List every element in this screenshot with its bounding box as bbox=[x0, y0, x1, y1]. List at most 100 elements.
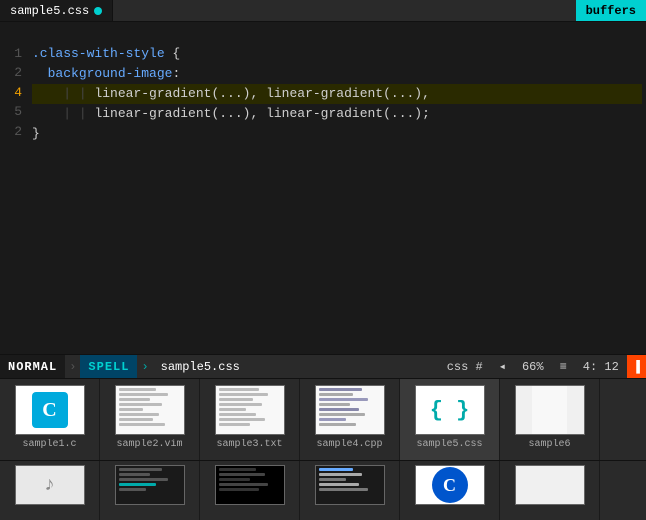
indent bbox=[32, 84, 63, 104]
code-content[interactable]: .class-with-style { background-image: | … bbox=[28, 22, 646, 354]
status-filename: sample5.css bbox=[153, 360, 248, 374]
tab-filename: sample5.css bbox=[10, 4, 89, 18]
c-language-icon: C bbox=[32, 392, 68, 428]
indent-bar: | | bbox=[63, 84, 86, 104]
dl bbox=[119, 483, 156, 486]
dark-code-preview2 bbox=[216, 465, 284, 505]
status-position: 4: 12 bbox=[575, 360, 627, 374]
status-indicator: ▐ bbox=[627, 355, 646, 378]
tl bbox=[319, 393, 353, 396]
tl bbox=[119, 423, 166, 426]
thumb2-dark1[interactable] bbox=[100, 461, 200, 520]
thumb-sample4cpp[interactable]: sample4.cpp bbox=[300, 379, 400, 460]
thumb-text-2 bbox=[116, 385, 184, 435]
code-line: background-image: bbox=[32, 64, 642, 84]
dl bbox=[219, 473, 266, 476]
thumb-sample2vim[interactable]: sample2.vim bbox=[100, 379, 200, 460]
code-line: } bbox=[32, 124, 642, 144]
tl bbox=[319, 388, 362, 391]
thumb2-dark3[interactable] bbox=[300, 461, 400, 520]
code-line: | | linear-gradient(...), linear-gradien… bbox=[32, 104, 642, 124]
thumb-text-3 bbox=[216, 385, 284, 435]
thumb2-bluec[interactable]: C bbox=[400, 461, 500, 520]
syntax-brace: } bbox=[32, 124, 40, 144]
status-bar: NORMAL › SPELL › sample5.css css # ◂ 66%… bbox=[0, 354, 646, 378]
thumb-label-1: sample1.c bbox=[22, 439, 76, 450]
active-tab[interactable]: sample5.css bbox=[0, 0, 113, 21]
status-spell: SPELL bbox=[80, 355, 137, 378]
thumb2-preview-5: C bbox=[415, 465, 485, 505]
status-filetype: css # bbox=[439, 360, 491, 374]
tl bbox=[319, 398, 369, 401]
syntax-prop: background-image bbox=[48, 64, 173, 84]
syntax-fn: linear-gradient(...) bbox=[94, 84, 250, 104]
status-scroll: ◂ bbox=[491, 359, 514, 374]
thumb2-dark2[interactable] bbox=[200, 461, 300, 520]
code-line: .class-with-style { bbox=[32, 44, 642, 64]
syntax-semi: ; bbox=[422, 104, 430, 124]
syntax-fn: linear-gradient(...) bbox=[266, 84, 422, 104]
buffers-button[interactable]: buffers bbox=[576, 0, 646, 21]
dl bbox=[119, 468, 162, 471]
tl bbox=[219, 408, 247, 411]
tl bbox=[119, 388, 156, 391]
thumb-preview-5: { } bbox=[415, 385, 485, 435]
line-num: 5 bbox=[0, 102, 22, 122]
brackets-icon: { } bbox=[430, 398, 470, 423]
syntax-fn: linear-gradient(...) bbox=[266, 104, 422, 124]
thumb2-preview-1: ♪ bbox=[15, 465, 85, 505]
thumb2-preview-3 bbox=[215, 465, 285, 505]
thumb2-music[interactable]: ♪ bbox=[0, 461, 100, 520]
status-arrow2: › bbox=[137, 360, 152, 374]
tl bbox=[119, 413, 159, 416]
code-text bbox=[87, 104, 95, 124]
dl bbox=[119, 473, 150, 476]
thumb-label-6: sample6 bbox=[528, 439, 570, 450]
tl bbox=[119, 408, 144, 411]
tl bbox=[319, 408, 359, 411]
thumb-partial-preview bbox=[532, 385, 567, 435]
music-icon: ♪ bbox=[16, 466, 84, 504]
thumb-sample5css[interactable]: { } sample5.css bbox=[400, 379, 500, 460]
thumb-sample3txt[interactable]: sample3.txt bbox=[200, 379, 300, 460]
thumb-preview-4 bbox=[315, 385, 385, 435]
thumb-label-4: sample4.cpp bbox=[316, 439, 382, 450]
syntax-comma: , bbox=[250, 84, 266, 104]
dark-code-preview3 bbox=[316, 465, 384, 505]
blue-c-icon: C bbox=[432, 467, 468, 503]
dl bbox=[219, 468, 256, 471]
dark-code-preview bbox=[116, 465, 184, 505]
thumb2-partial[interactable] bbox=[500, 461, 600, 520]
tl bbox=[219, 418, 266, 421]
thumb-sample1c[interactable]: C sample1.c bbox=[0, 379, 100, 460]
tl bbox=[319, 418, 347, 421]
tl bbox=[219, 398, 253, 401]
tab-modified-dot bbox=[94, 7, 102, 15]
thumb-preview-2 bbox=[115, 385, 185, 435]
syntax-punct: : bbox=[172, 64, 180, 84]
thumb-preview-1: C bbox=[15, 385, 85, 435]
thumb2-preview-4 bbox=[315, 465, 385, 505]
tl bbox=[119, 393, 169, 396]
line-num: 1 bbox=[0, 44, 22, 64]
dl bbox=[219, 488, 259, 491]
indent bbox=[32, 104, 63, 124]
thumbnails-row: C sample1.c sample2.vim bbox=[0, 378, 646, 460]
status-equals: ≡ bbox=[552, 360, 575, 374]
thumb-sample6[interactable]: sample6 bbox=[500, 379, 600, 460]
status-percent: 66% bbox=[514, 360, 552, 374]
tl bbox=[119, 418, 153, 421]
tl bbox=[119, 403, 162, 406]
thumb2-preview-2 bbox=[115, 465, 185, 505]
tl bbox=[219, 413, 256, 416]
dl bbox=[119, 488, 147, 491]
dl bbox=[319, 478, 347, 481]
line-num bbox=[0, 24, 22, 44]
line-num-active: 4 bbox=[0, 83, 22, 103]
dl bbox=[319, 488, 369, 491]
dl bbox=[219, 478, 250, 481]
thumb-label-2: sample2.vim bbox=[116, 439, 182, 450]
syntax-punct: { bbox=[165, 44, 181, 64]
editor-area: 1 2 4 5 2 .class-with-style { background… bbox=[0, 22, 646, 354]
thumb-brackets-bg: { } bbox=[416, 385, 484, 435]
